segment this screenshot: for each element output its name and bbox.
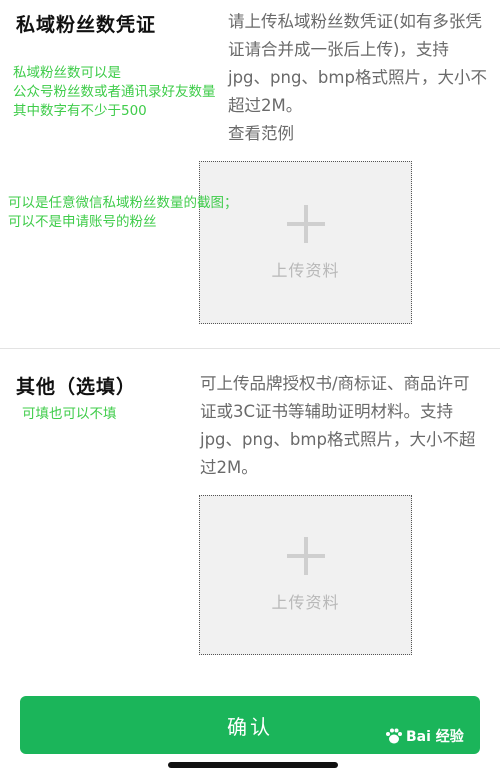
plus-icon [286,537,325,575]
annotation-note-2: 可以是任意微信私域粉丝数量的截图； 可以不是申请账号的粉丝 [8,194,238,232]
annotation-note-1-line1: 私域粉丝数可以是 [13,65,121,81]
watermark-text: Bai 经验 [406,729,464,745]
section-divider [0,348,500,349]
annotation-note-2-line2: 可以不是申请账号的粉丝 [8,214,157,230]
section-description-other: 可上传品牌授权书/商标证、商品许可证或3C证书等辅助证明材料。支持jpg、png… [200,374,476,477]
private-fans-description-text: 请上传私域粉丝数凭证(如有多张凭证请合并成一张后上传)，支持jpg、png、bm… [228,12,487,115]
baidu-watermark: Bai 经验 [384,726,464,746]
home-indicator [168,762,338,768]
annotation-note-2-line1: 可以是任意微信私域粉丝数量的截图； [8,195,238,211]
upload-box-other[interactable]: 上传资料 [199,495,412,655]
section-title-other: 其他（选填） [16,376,137,398]
upload-label: 上传资料 [271,260,340,280]
annotation-note-1: 私域粉丝数可以是 公众号粉丝数或者通讯录好友数量 其中数字有不少于500 [13,64,216,121]
upload-label: 上传资料 [271,593,340,612]
section-title-private-fans: 私域粉丝数凭证 [16,14,157,36]
paw-icon [386,728,402,744]
annotation-note-3: 可填也可以不填 [22,406,117,422]
annotation-note-1-line2: 公众号粉丝数或者通讯录好友数量 [13,84,216,100]
upload-box-private-fans[interactable]: 上传资料 [199,161,412,324]
plus-icon [286,204,325,243]
annotation-note-1-line3: 其中数字有不少于500 [13,103,147,119]
section-description-private-fans: 请上传私域粉丝数凭证(如有多张凭证请合并成一张后上传)，支持jpg、png、bm… [228,8,488,148]
view-example-link[interactable]: 查看范例 [228,120,488,148]
